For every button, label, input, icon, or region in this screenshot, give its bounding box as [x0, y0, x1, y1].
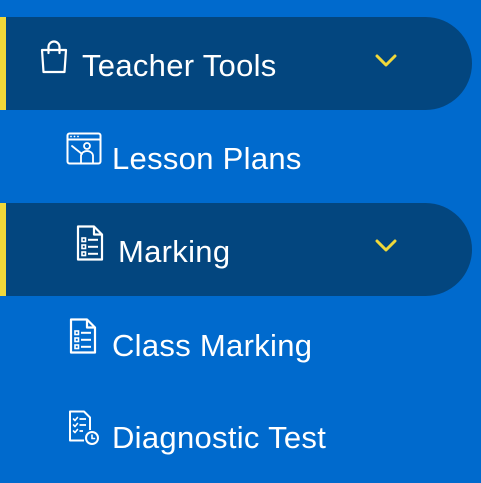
checklist-clock-icon	[69, 410, 99, 445]
menu-item-lesson-plans[interactable]: Lesson Plans	[0, 112, 472, 205]
menu-item-marking[interactable]: Marking	[0, 203, 472, 296]
document-list-icon	[69, 318, 97, 354]
menu-item-label: Class Marking	[112, 328, 313, 363]
menu-item-label: Lesson Plans	[112, 141, 302, 176]
menu-item-diagnostic-test[interactable]: Diagnostic Test	[0, 390, 472, 483]
menu-item-label: Teacher Tools	[82, 48, 277, 83]
chevron-down-icon[interactable]	[374, 238, 398, 254]
document-list-icon	[76, 225, 104, 261]
menu-item-class-marking[interactable]: Class Marking	[0, 298, 472, 391]
menu-item-label: Marking	[118, 234, 231, 269]
menu-item-label: Diagnostic Test	[112, 420, 327, 455]
menu-item-teacher-tools[interactable]: Teacher Tools	[0, 17, 472, 110]
chevron-down-icon[interactable]	[374, 53, 398, 69]
shopping-bag-icon	[40, 40, 68, 74]
classroom-board-icon	[66, 132, 102, 165]
sidebar-menu: Teacher Tools Lesson Plans Marking Class…	[0, 0, 481, 482]
